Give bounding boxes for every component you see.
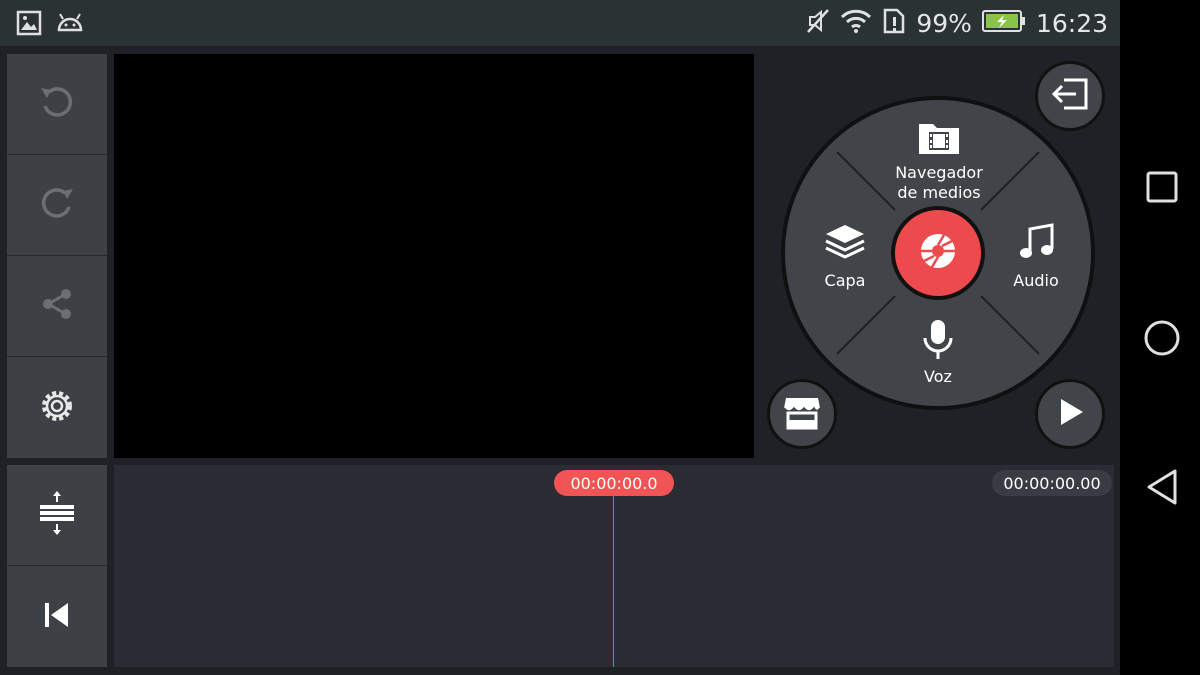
audio-button[interactable]: Audio	[1003, 222, 1069, 291]
exit-button[interactable]	[1035, 61, 1105, 131]
left-toolbar	[7, 54, 107, 458]
media-browser-button[interactable]: Navegador de medios	[881, 118, 997, 203]
layer-label: Capa	[824, 271, 866, 290]
layers-icon	[823, 222, 867, 267]
undo-button[interactable]	[7, 54, 107, 155]
editor-app: Navegador de medios Capa Audio Voz 00:00…	[0, 46, 1120, 675]
skip-to-start-button[interactable]	[7, 566, 107, 667]
playhead-line[interactable]	[613, 489, 614, 667]
wifi-icon	[840, 8, 872, 38]
home-button[interactable]	[1140, 316, 1184, 360]
camera-shutter-icon	[918, 231, 958, 275]
clock: 16:23	[1035, 8, 1108, 38]
store-button[interactable]	[767, 379, 837, 449]
android-icon	[56, 10, 84, 40]
share-button[interactable]	[7, 256, 107, 357]
timeline-toolbar	[7, 465, 107, 667]
voice-label: Voz	[924, 367, 952, 386]
play-icon	[1054, 396, 1086, 432]
back-button[interactable]	[1140, 465, 1184, 509]
settings-icon	[38, 387, 76, 429]
exit-icon	[1050, 77, 1090, 115]
settings-button[interactable]	[7, 357, 107, 458]
play-button[interactable]	[1035, 379, 1105, 449]
expand-tracks-icon	[37, 490, 77, 540]
voice-button[interactable]: Voz	[907, 318, 969, 387]
battery-charging-icon	[981, 9, 1026, 37]
microphone-icon	[921, 318, 955, 367]
navigation-bar	[1120, 0, 1200, 675]
layer-button[interactable]: Capa	[815, 222, 875, 291]
share-icon	[39, 286, 75, 326]
recent-apps-button[interactable]	[1140, 165, 1184, 209]
mute-icon	[806, 8, 830, 38]
video-preview[interactable]	[114, 54, 754, 458]
store-icon	[782, 394, 822, 434]
film-folder-icon	[917, 118, 961, 161]
expand-tracks-button[interactable]	[7, 465, 107, 566]
gallery-icon	[16, 10, 42, 40]
current-time-badge[interactable]: 00:00:00.0	[554, 470, 674, 496]
sim-alert-icon	[882, 8, 906, 38]
media-browser-label: Navegador de medios	[895, 163, 983, 202]
status-bar: 99% 16:23	[0, 0, 1120, 46]
music-note-icon	[1016, 222, 1056, 267]
audio-label: Audio	[1013, 271, 1059, 290]
redo-button[interactable]	[7, 155, 107, 256]
record-button[interactable]	[891, 206, 985, 300]
battery-percent: 99%	[916, 8, 972, 38]
skip-to-start-icon	[42, 600, 72, 634]
timeline-track-area[interactable]: 00:00:00.0 00:00:00.00	[114, 465, 1114, 667]
media-wheel: Navegador de medios Capa Audio Voz	[781, 96, 1095, 410]
redo-icon	[37, 183, 77, 227]
total-duration-badge: 00:00:00.00	[992, 470, 1112, 496]
undo-icon	[37, 82, 77, 126]
